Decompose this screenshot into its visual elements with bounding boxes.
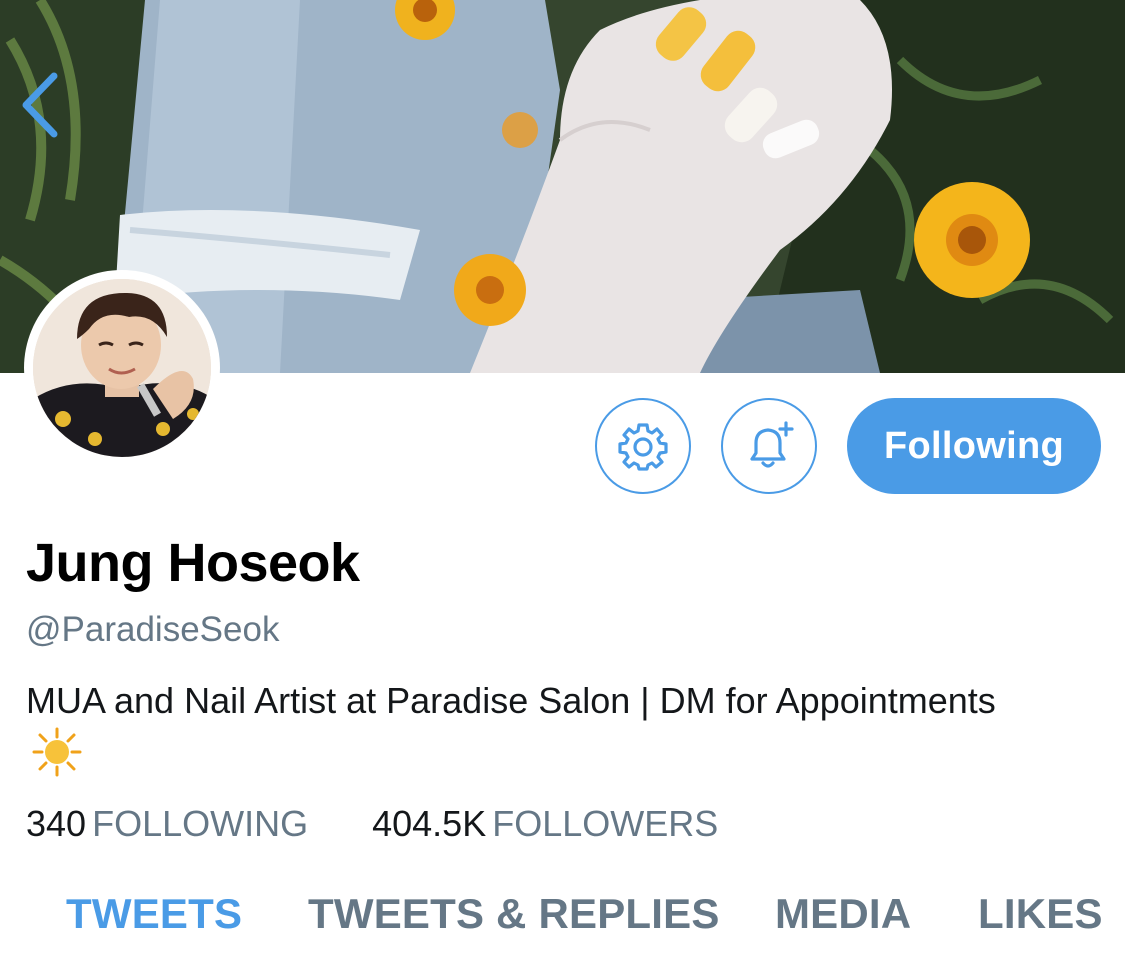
followers-count: 404.5K: [372, 803, 487, 844]
bio-text: MUA and Nail Artist at Paradise Salon | …: [26, 680, 996, 721]
followers-stat[interactable]: 404.5K FOLLOWERS: [372, 803, 718, 844]
profile-tabs: TWEETS TWEETS & REPLIES MEDIA LIKES: [0, 890, 1125, 950]
gear-icon: [618, 423, 668, 471]
display-name: Jung Hoseok: [26, 533, 360, 593]
avatar-image: [33, 279, 211, 457]
sun-icon: [32, 727, 82, 791]
following-button[interactable]: Following: [847, 398, 1101, 494]
bio: MUA and Nail Artist at Paradise Salon | …: [26, 675, 1006, 791]
chevron-left-icon: [22, 72, 58, 138]
followers-label: FOLLOWERS: [492, 803, 719, 844]
back-button[interactable]: [20, 72, 80, 152]
following-count: 340: [26, 803, 87, 844]
tab-tweets-and-replies[interactable]: TWEETS & REPLIES: [308, 890, 720, 938]
notifications-button[interactable]: [721, 398, 817, 494]
settings-button[interactable]: [595, 398, 691, 494]
tab-media[interactable]: MEDIA: [775, 890, 911, 938]
user-handle[interactable]: @ParadiseSeok: [26, 610, 279, 650]
following-label: FOLLOWING: [92, 803, 309, 844]
tab-tweets[interactable]: TWEETS: [66, 890, 242, 938]
avatar[interactable]: [24, 270, 220, 466]
tab-likes[interactable]: LIKES: [978, 890, 1103, 938]
following-stat[interactable]: 340 FOLLOWING: [26, 803, 308, 844]
profile-stats: 340 FOLLOWING 404.5K FOLLOWERS: [26, 803, 718, 845]
bell-plus-icon: [750, 421, 794, 468]
